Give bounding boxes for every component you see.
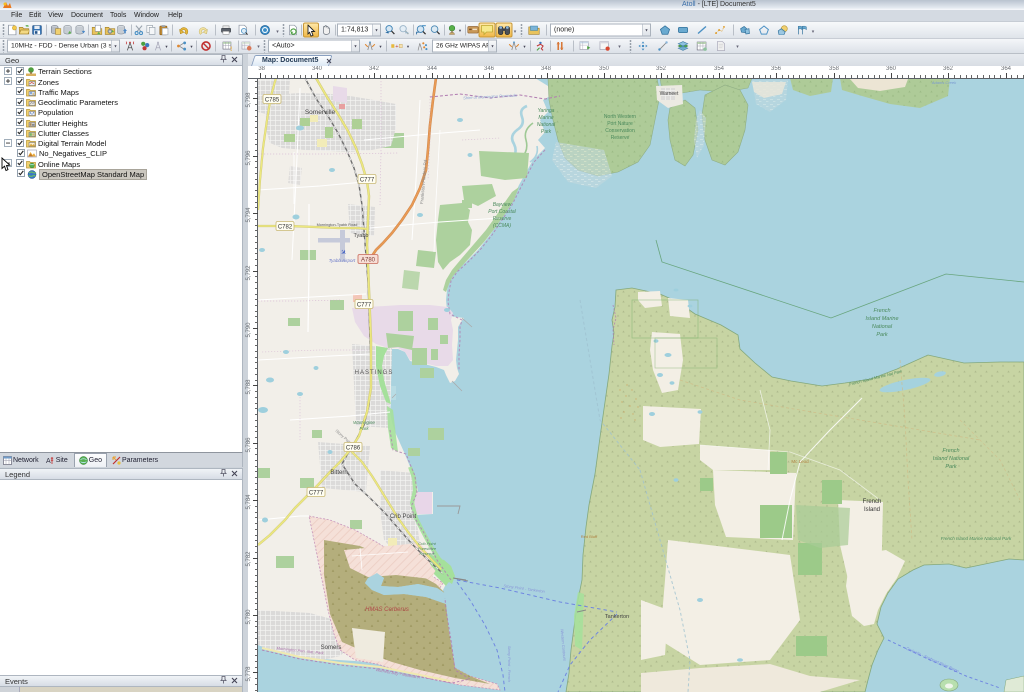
svg-text:Red Bluff: Red Bluff	[581, 534, 598, 539]
svg-text:Somerville: Somerville	[305, 109, 336, 116]
svg-text:HASTINGS: HASTINGS	[355, 370, 394, 376]
svg-text:C777: C777	[357, 303, 372, 309]
svg-text:French Island Marine National: French Island Marine National Park	[941, 536, 1012, 541]
svg-text:Yaringa: Yaringa	[538, 108, 555, 114]
svg-text:C777: C777	[309, 491, 324, 497]
svg-text:Reserve: Reserve	[493, 216, 512, 222]
svg-text:Reserve: Reserve	[611, 135, 630, 141]
svg-text:Warringine: Warringine	[353, 420, 375, 425]
svg-text:Park: Park	[945, 464, 957, 470]
svg-text:Port Coastal: Port Coastal	[488, 209, 516, 215]
svg-text:French: French	[942, 448, 959, 454]
svg-text:C777: C777	[360, 178, 375, 184]
svg-text:North Western: North Western	[604, 114, 636, 120]
svg-text:Crib Point: Crib Point	[390, 514, 417, 520]
svg-text:A780: A780	[361, 258, 376, 264]
svg-text:French: French	[863, 499, 882, 505]
svg-text:+: +	[395, 44, 399, 50]
svg-text:Park: Park	[876, 332, 888, 338]
svg-text:National: National	[537, 122, 556, 128]
svg-text:Island: Island	[864, 507, 880, 513]
svg-text:Mc Leod: Mc Leod	[791, 459, 809, 464]
svg-text:Reserve: Reserve	[420, 551, 436, 556]
svg-text:Bittern: Bittern	[330, 470, 347, 476]
svg-text:Marine: Marine	[538, 115, 554, 121]
svg-text:HMAS Cerberus: HMAS Cerberus	[365, 607, 409, 613]
svg-text:Park: Park	[359, 426, 369, 431]
svg-text:Bayview: Bayview	[493, 202, 512, 208]
svg-text:C785: C785	[265, 98, 280, 104]
svg-text:French: French	[873, 308, 890, 314]
svg-text:National: National	[872, 324, 893, 330]
svg-text:(CCMA): (CCMA)	[493, 223, 511, 229]
svg-text:Tyabb Airport: Tyabb Airport	[329, 258, 356, 263]
svg-text:!: !	[230, 46, 232, 51]
svg-text:A: A	[46, 458, 51, 465]
svg-text:Tankerton: Tankerton	[605, 614, 629, 620]
svg-text:Conservation: Conservation	[605, 128, 635, 134]
svg-text:Park: Park	[541, 129, 552, 135]
svg-text:Port Nature: Port Nature	[607, 121, 633, 127]
svg-text:Island Marine: Island Marine	[865, 316, 898, 322]
svg-text:Island National: Island National	[933, 456, 970, 462]
svg-text:Warneet: Warneet	[660, 91, 679, 97]
svg-text:C786: C786	[346, 446, 361, 452]
svg-text:Tyabb: Tyabb	[354, 233, 369, 239]
svg-text:Adams Creek: Adams Creek	[931, 80, 957, 85]
svg-text:Stony Point - French: Stony Point - French	[507, 646, 512, 683]
svg-text:C782: C782	[278, 225, 293, 231]
svg-text:Mornington-Tyabb Road: Mornington-Tyabb Road	[317, 223, 358, 227]
